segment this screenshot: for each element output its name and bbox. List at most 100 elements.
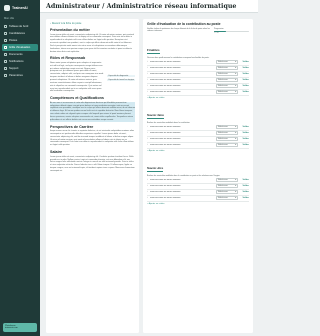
chevron-down-icon: ▾ xyxy=(235,67,237,70)
validate-button[interactable]: Valider xyxy=(240,138,249,140)
progress-count: 7 / 20 xyxy=(214,32,219,35)
rating-select-value: Sélectionner xyxy=(217,191,228,193)
header: Administrateur / Administratrice réseau … xyxy=(40,0,258,13)
rating-select[interactable]: Sélectionner ▾ xyxy=(216,184,238,188)
group-title: Savoir-faire xyxy=(147,113,165,120)
validate-button[interactable]: Valider xyxy=(240,79,249,81)
rating-select[interactable]: Sélectionner ▾ xyxy=(216,196,238,200)
sidebar-item[interactable]: Postes xyxy=(2,37,38,44)
validate-button[interactable]: Valider xyxy=(240,132,249,134)
group-title: Savoir-être xyxy=(147,166,164,173)
criterion-label: Savoir-être dans les tâches réalisées xyxy=(149,126,181,129)
rating-select[interactable]: Sélectionner ▾ xyxy=(216,125,238,129)
validate-button[interactable]: Valider xyxy=(240,85,249,87)
rating-select-value: Sélectionner xyxy=(217,185,228,187)
rating-select-value: Sélectionner xyxy=(217,197,228,199)
rating-select[interactable]: Sélectionner ▾ xyxy=(216,72,238,77)
section-text: Itaque earum rerum hic tenetur a sapient… xyxy=(50,130,134,147)
validate-button[interactable]: Valider xyxy=(240,73,249,75)
criterion-label: Savoir-être dans les tâches réalisées xyxy=(149,73,181,76)
criterion-label: Savoir-être dans les tâches réalisées xyxy=(149,144,181,147)
rating-select[interactable]: Sélectionner ▾ xyxy=(216,137,238,141)
highlight-tags: Capacité de diagnostic Capacité de trava… xyxy=(107,74,135,81)
rating-select[interactable]: Sélectionner ▾ xyxy=(216,90,238,95)
rating-select[interactable]: Sélectionner ▾ xyxy=(216,131,238,135)
main-content: ‹ Revenir à la fiche du poste Présentati… xyxy=(40,13,258,336)
criterion-label: Savoir-être dans les tâches réalisées xyxy=(149,132,181,135)
group-title: Finalités xyxy=(147,48,160,55)
sidebar-item[interactable]: Grille d'évaluation xyxy=(2,44,38,51)
criterion-label: Savoir-être dans les tâches réalisées xyxy=(149,67,181,70)
chevron-down-icon: ▾ xyxy=(235,73,237,76)
sidebar-item-label: Candidatures xyxy=(9,32,25,35)
criterion-label: Savoir-être dans les tâches réalisées xyxy=(149,191,181,193)
criteria-groups: Finalités Décrivez dans quelle mesure la … xyxy=(147,38,249,205)
rating-select-value: Sélectionner xyxy=(217,73,228,76)
rating-select-value: Sélectionner xyxy=(217,85,228,88)
sidebar-footer-card[interactable]: Plateforme trainerai.com xyxy=(3,323,37,332)
rating-select[interactable]: Sélectionner ▾ xyxy=(216,78,238,83)
add-criterion-link[interactable]: + Ajouter un critère xyxy=(147,150,249,152)
rating-select[interactable]: Sélectionner ▾ xyxy=(216,84,238,89)
rating-select-value: Sélectionner xyxy=(217,132,228,135)
validate-button[interactable]: Valider xyxy=(240,185,249,187)
sidebar-item[interactable]: Support xyxy=(2,65,38,72)
sidebar: TrainerAI Mon rôle Tableau de bord Candid… xyxy=(0,0,40,336)
rating-select[interactable]: Sélectionner ▾ xyxy=(216,66,238,71)
chevron-down-icon: ▾ xyxy=(235,191,237,193)
highlight-tag[interactable]: Capacité de travail en équipe xyxy=(107,78,135,81)
criteria-group: Finalités Décrivez dans quelle mesure la … xyxy=(147,38,249,99)
chevron-down-icon: ▾ xyxy=(235,91,237,94)
validate-button[interactable]: Valider xyxy=(240,91,249,93)
job-description-panel: ‹ Revenir à la fiche du poste Présentati… xyxy=(46,19,139,333)
validate-button[interactable]: Valider xyxy=(240,179,249,181)
sidebar-item[interactable]: Tableau de bord xyxy=(2,23,38,30)
validate-button[interactable]: Valider xyxy=(240,126,249,128)
nav-icon xyxy=(4,25,7,28)
chevron-down-icon: ▾ xyxy=(235,79,237,82)
rating-select[interactable]: Sélectionner ▾ xyxy=(216,178,238,182)
rating-select-value: Sélectionner xyxy=(217,126,228,129)
rating-select-value: Sélectionner xyxy=(217,144,228,147)
chevron-down-icon: ▾ xyxy=(235,185,237,187)
evaluation-panel: Grille d'évaluation de la contribution a… xyxy=(143,19,253,333)
validate-button[interactable]: Valider xyxy=(240,144,249,146)
section-text: Lorem ipsum dolor sit amet, consectetur … xyxy=(50,155,135,172)
criterion-label: Savoir-être dans les tâches réalisées xyxy=(149,138,181,141)
add-criterion-link[interactable]: + Ajouter un critère xyxy=(147,203,249,205)
section-title: Présentation du métier xyxy=(50,28,90,32)
section-title: Perspectives de Carrière xyxy=(50,124,94,129)
criterion-row: › Savoir-être dans les tâches réalisées Sé… xyxy=(147,90,249,96)
sidebar-item-label: Tableau de bord xyxy=(9,25,29,28)
sidebar-item[interactable]: Paramètres xyxy=(2,72,38,79)
rating-select-value: Sélectionner xyxy=(217,61,228,64)
back-link[interactable]: ‹ Revenir à la fiche du poste xyxy=(50,22,135,25)
sidebar-item[interactable]: Candidatures xyxy=(2,30,38,37)
sidebar-item-label: Notifications xyxy=(9,60,24,63)
section-text: At vero eos et accusamus et iusto odio d… xyxy=(50,101,136,122)
chevron-left-icon: ‹ xyxy=(50,22,51,25)
rating-select[interactable]: Sélectionner ▾ xyxy=(216,60,238,65)
nav-icon xyxy=(4,60,7,63)
rating-select-value: Sélectionner xyxy=(217,91,228,94)
rating-select[interactable]: Sélectionner ▾ xyxy=(216,143,238,147)
validate-button[interactable]: Valider xyxy=(240,61,249,63)
chevron-down-icon: ▾ xyxy=(235,132,237,135)
sidebar-item[interactable]: Notifications xyxy=(2,58,38,65)
rating-select[interactable]: Sélectionner ▾ xyxy=(216,190,238,194)
validate-button[interactable]: Valider xyxy=(240,67,249,69)
brand-name: TrainerAI xyxy=(12,6,28,10)
nav-section-title: Mon rôle xyxy=(4,17,15,20)
validate-button[interactable]: Valider xyxy=(240,191,249,193)
criterion-label: Savoir-être dans les tâches réalisées xyxy=(149,85,181,88)
chevron-down-icon: ▾ xyxy=(235,197,237,199)
criterion-label: Savoir-être dans les tâches réalisées xyxy=(149,61,181,64)
sidebar-item[interactable]: Documents xyxy=(2,51,38,58)
validate-button[interactable]: Valider xyxy=(240,197,249,199)
chevron-down-icon: ▾ xyxy=(235,179,237,181)
add-criterion-link[interactable]: + Ajouter un critère xyxy=(147,97,249,99)
nav-icon xyxy=(4,32,7,35)
sidebar-item-label: Support xyxy=(9,67,19,70)
nav-icon xyxy=(4,39,7,42)
brand[interactable]: TrainerAI xyxy=(0,0,40,15)
